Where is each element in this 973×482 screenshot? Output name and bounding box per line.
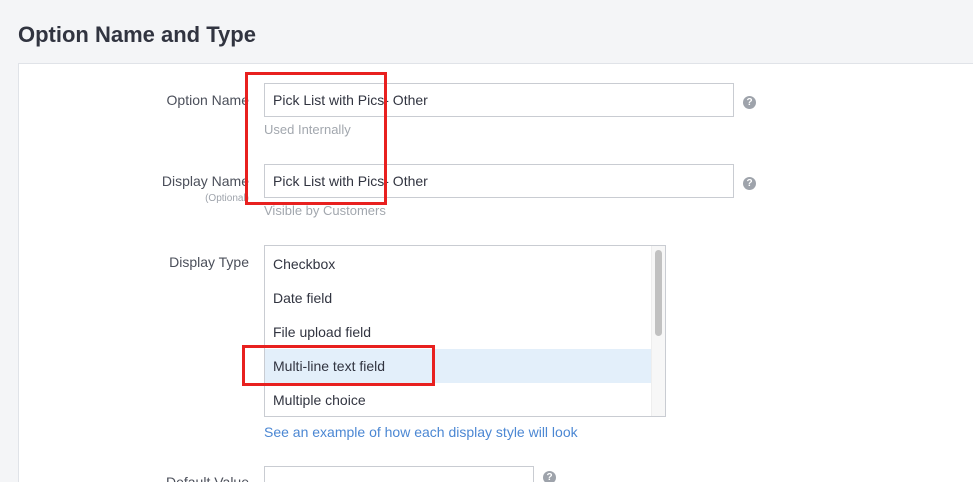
display-type-listbox[interactable]: Checkbox Date field File upload field Mu… (264, 245, 666, 417)
display-type-option[interactable]: Date field (265, 281, 651, 315)
default-value-label: Default Value (165, 474, 249, 482)
question-circle-icon[interactable]: ? (743, 177, 756, 190)
option-name-label: Option Name (166, 92, 249, 108)
section-title: Option Name and Type (18, 22, 256, 47)
display-name-help: Visible by Customers (264, 203, 386, 218)
annotation-highlight-box (245, 72, 387, 205)
display-type-label: Display Type (169, 254, 249, 270)
listbox-scrollbar[interactable] (651, 246, 665, 416)
display-name-label: Display Name (161, 173, 249, 189)
display-name-optional: (Optional) (205, 193, 249, 204)
scrollbar-thumb[interactable] (655, 250, 662, 336)
default-value-input[interactable] (264, 466, 534, 482)
question-circle-icon[interactable]: ? (543, 471, 556, 482)
question-circle-icon[interactable]: ? (743, 96, 756, 109)
display-type-option[interactable]: Multiple choice (265, 383, 651, 416)
display-type-option[interactable]: Checkbox (265, 247, 651, 281)
display-type-option[interactable]: File upload field (265, 315, 651, 349)
annotation-highlight-box (242, 345, 435, 386)
display-style-example-link[interactable]: See an example of how each display style… (264, 424, 578, 440)
